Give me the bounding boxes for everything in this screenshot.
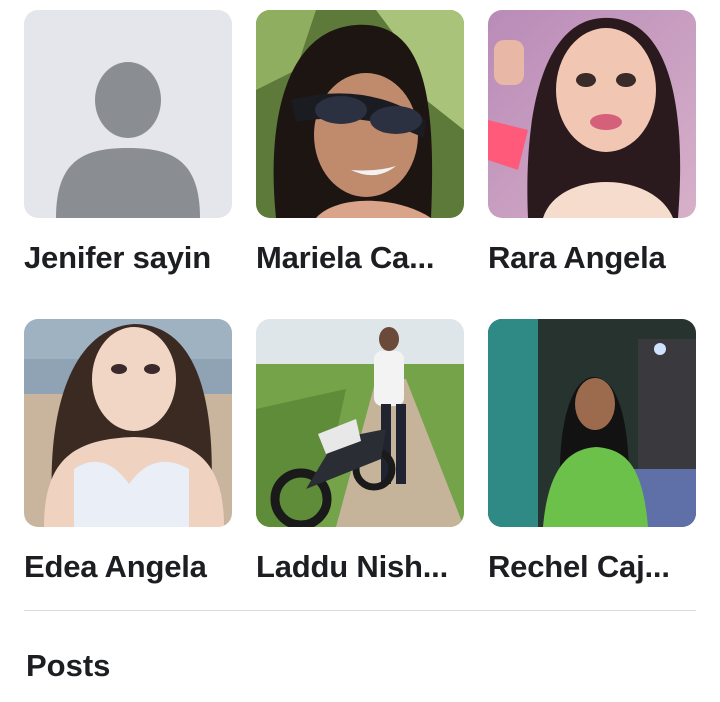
posts-section-title: Posts: [26, 648, 111, 683]
default-avatar-icon: [24, 10, 232, 218]
friend-photo[interactable]: [488, 10, 696, 218]
friend-name[interactable]: Jenifer sayin: [24, 240, 232, 276]
friend-card[interactable]: Mariela Ca...: [256, 10, 464, 276]
friend-card[interactable]: Laddu Nish...: [256, 319, 464, 585]
friend-name[interactable]: Rechel Caj...: [488, 549, 696, 585]
section-divider: [24, 610, 696, 611]
friend-photo[interactable]: [256, 10, 464, 218]
friend-name[interactable]: Rara Angela: [488, 240, 696, 276]
friend-card[interactable]: Rara Angela: [488, 10, 696, 276]
friend-name[interactable]: Mariela Ca...: [256, 240, 464, 276]
friend-name[interactable]: Laddu Nish...: [256, 549, 464, 585]
profile-photo: [488, 319, 696, 527]
profile-photo: [256, 319, 464, 527]
friend-card[interactable]: Edea Angela: [24, 319, 232, 585]
friend-name[interactable]: Edea Angela: [24, 549, 232, 585]
friend-photo[interactable]: [488, 319, 696, 527]
friend-photo[interactable]: [256, 319, 464, 527]
friends-grid: Jenifer sayin Mariela Ca... Rara Angela …: [0, 0, 720, 600]
friend-photo[interactable]: [24, 10, 232, 218]
friend-card[interactable]: Rechel Caj...: [488, 319, 696, 585]
profile-photo: [488, 10, 696, 218]
profile-photo: [24, 319, 232, 527]
friend-card[interactable]: Jenifer sayin: [24, 10, 232, 276]
profile-photo: [256, 10, 464, 218]
friend-photo[interactable]: [24, 319, 232, 527]
